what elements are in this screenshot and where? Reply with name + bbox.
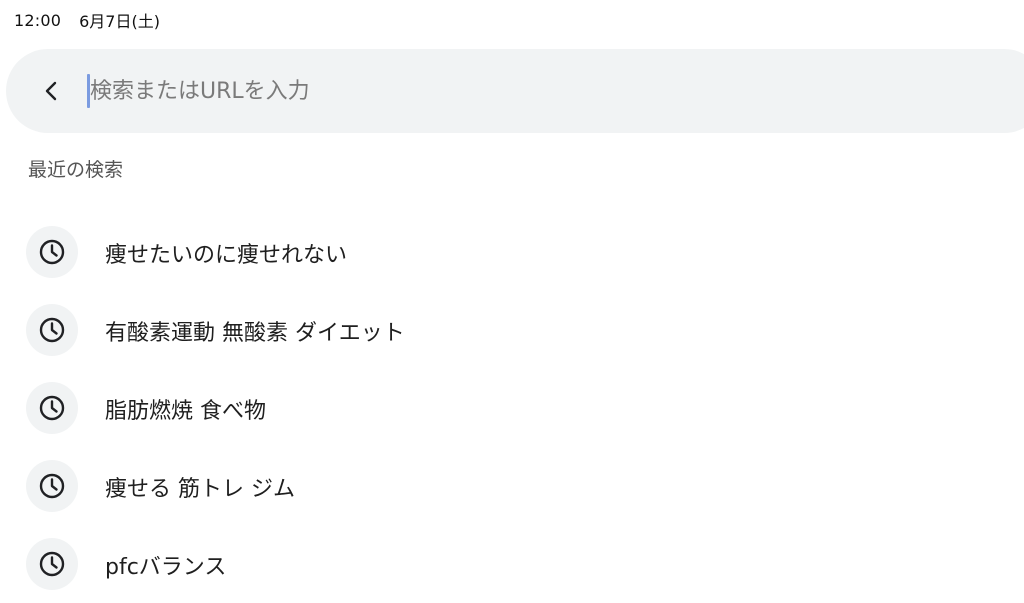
status-bar: 12:00 6月7日(土)	[14, 8, 160, 32]
history-item[interactable]: 有酸素運動 無酸素 ダイエット	[0, 291, 1024, 369]
recent-searches-title: 最近の検索	[28, 159, 124, 181]
status-time: 12:00	[14, 10, 62, 30]
back-button[interactable]	[36, 75, 68, 107]
clock-icon	[26, 382, 78, 434]
clock-icon	[26, 226, 78, 278]
history-item[interactable]: 脂肪燃焼 食べ物	[0, 369, 1024, 447]
history-item[interactable]: 痩せたいのに痩せれない	[0, 213, 1024, 291]
history-item-label: 痩せたいのに痩せれない	[105, 243, 348, 268]
clock-icon	[26, 304, 78, 356]
chevron-left-icon	[45, 81, 57, 101]
history-item-label: 痩せる 筋トレ ジム	[105, 477, 295, 502]
clock-icon	[26, 460, 78, 512]
recent-searches-list: 痩せたいのに痩せれない 有酸素運動 無酸素 ダイエット 脂肪燃焼 食べ物 痩せる…	[0, 213, 1024, 603]
history-item[interactable]: 痩せる 筋トレ ジム	[0, 447, 1024, 525]
history-item-label: pfcバランス	[105, 555, 227, 580]
clock-icon	[26, 538, 78, 590]
search-bar[interactable]	[6, 49, 1024, 133]
history-item-label: 有酸素運動 無酸素 ダイエット	[105, 321, 405, 346]
search-input[interactable]	[90, 69, 990, 113]
history-item[interactable]: pfcバランス	[0, 525, 1024, 603]
history-item-label: 脂肪燃焼 食べ物	[105, 399, 266, 424]
status-date: 6月7日(土)	[79, 12, 160, 31]
